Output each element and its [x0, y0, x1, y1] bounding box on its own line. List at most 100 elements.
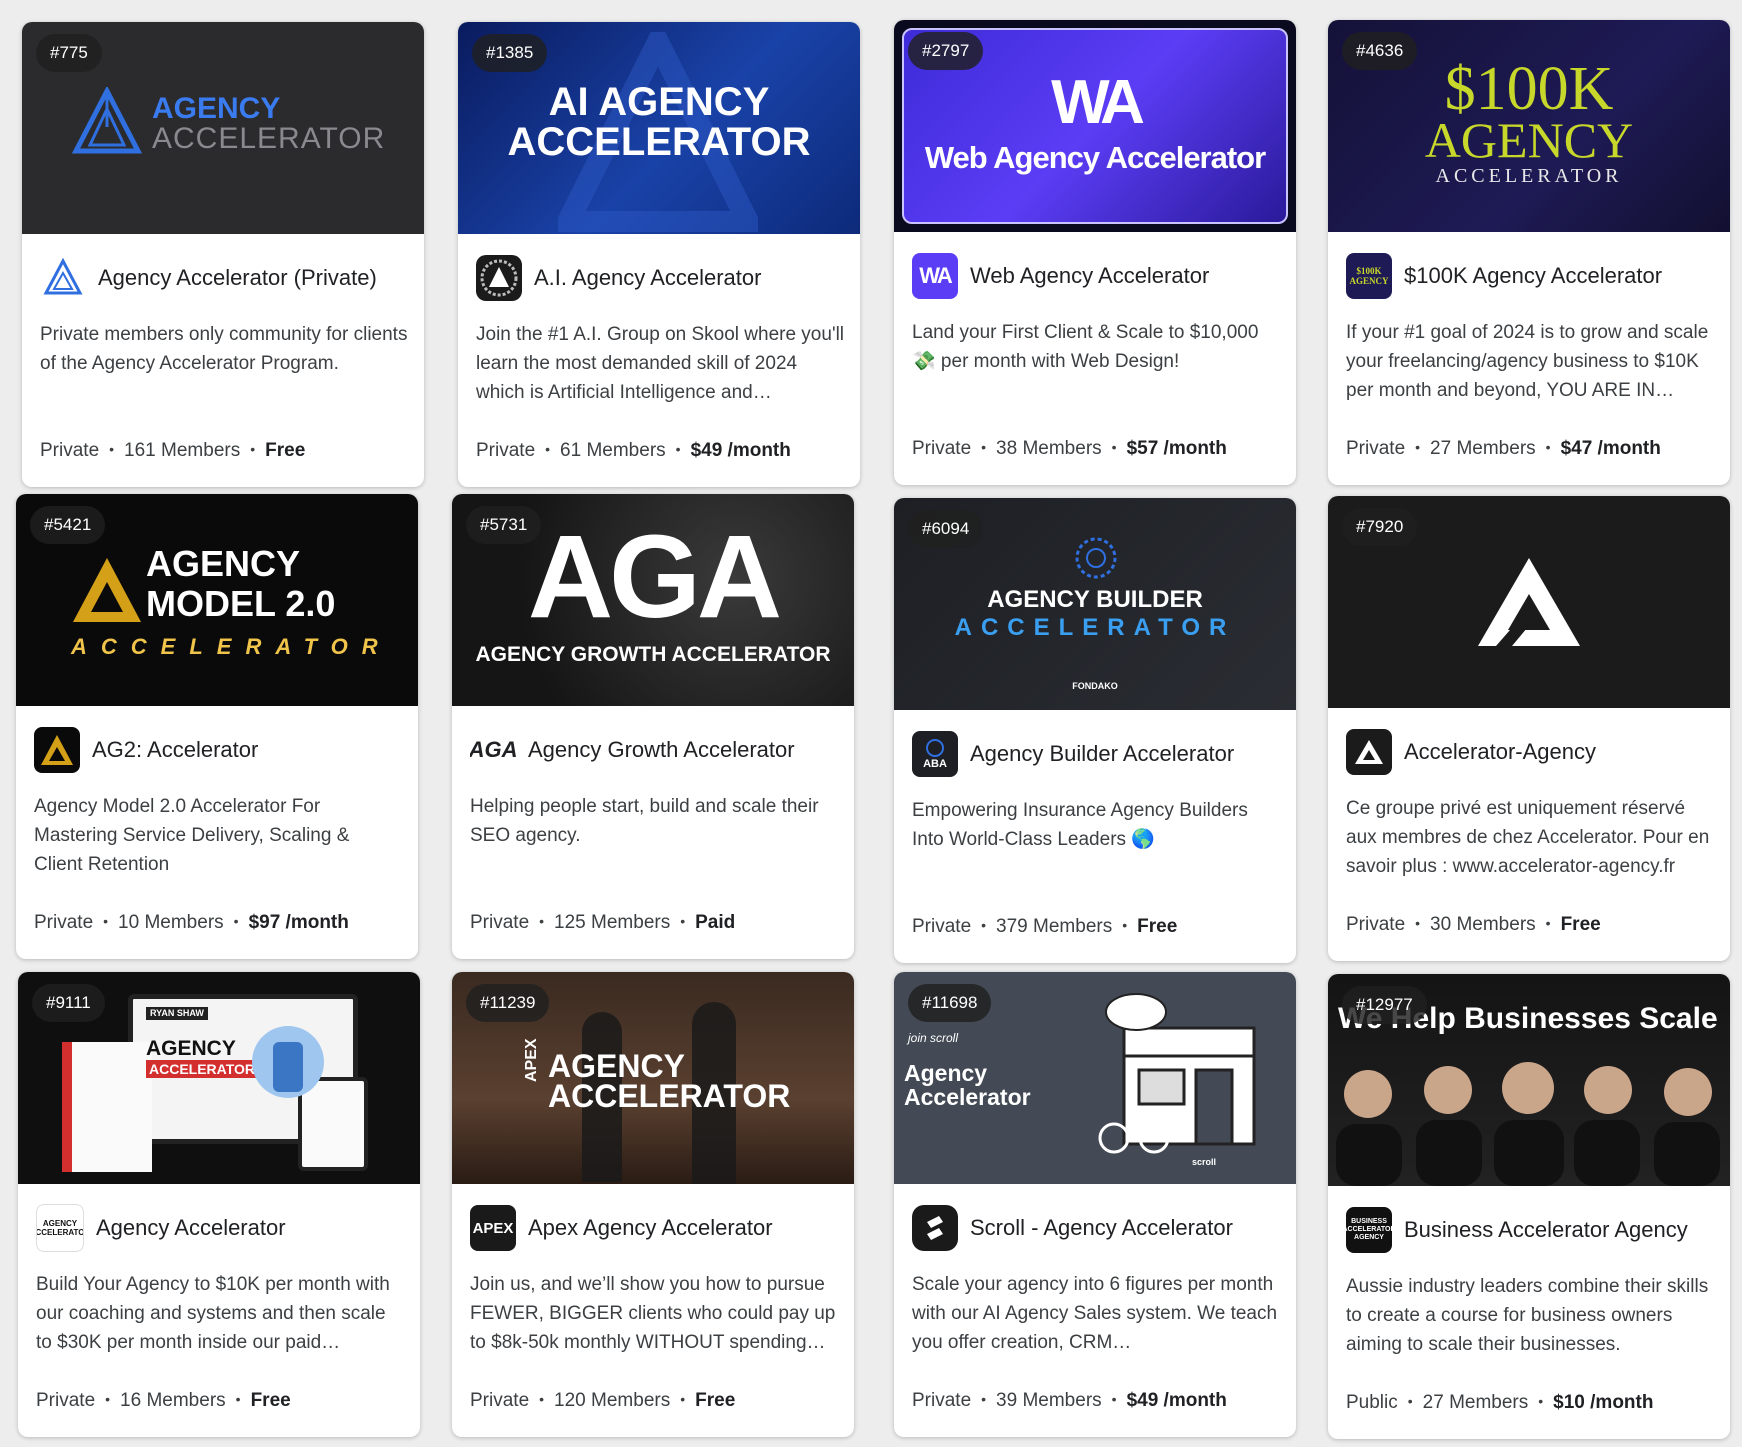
card-banner: #1385 AI AGENCY ACCELERATOR [458, 22, 860, 234]
community-meta: Public • 27 Members • $10 /month [1346, 1392, 1654, 1413]
community-logo-icon: ABA [912, 731, 958, 777]
community-name[interactable]: Agency Accelerator (Private) [98, 265, 377, 291]
community-logo-icon: WA [912, 253, 958, 299]
privacy-label: Private [34, 912, 94, 933]
price-label: Free [1137, 916, 1178, 937]
community-description: Join the #1 A.I. Group on Skool where yo… [476, 324, 844, 403]
banner-brand: RYAN SHAW [146, 1007, 208, 1020]
community-description: Private members only community for clien… [40, 324, 408, 374]
banner-title: AGENCY BUILDER [987, 586, 1203, 613]
banner-subtitle: AGENCY GROWTH ACCELERATOR [475, 643, 831, 666]
community-name[interactable]: Business Accelerator Agency [1404, 1217, 1688, 1243]
card-banner: #12977 We Help Businesses Scale [1328, 974, 1730, 1186]
community-name[interactable]: Web Agency Accelerator [970, 263, 1209, 289]
community-logo-icon: AGA [470, 727, 516, 773]
price-label: $57 /month [1126, 438, 1227, 459]
community-name[interactable]: Agency Accelerator [96, 1215, 286, 1241]
member-count: 61 Members [560, 440, 666, 461]
community-description: Aussie industry leaders combine their sk… [1346, 1276, 1709, 1355]
community-meta: Private • 16 Members • Free [36, 1390, 291, 1411]
price-label: Free [1560, 914, 1601, 935]
community-name[interactable]: $100K Agency Accelerator [1404, 263, 1662, 289]
community-card[interactable]: #4636 $100K AGENCY ACCELERATOR $100K AGE… [1328, 20, 1730, 485]
card-banner: #9111 RYAN SHAW AGENCY ACCELERATOR [18, 972, 420, 1184]
community-name[interactable]: A.I. Agency Accelerator [534, 265, 761, 291]
community-card[interactable]: #5731 AGA AGENCY GROWTH ACCELERATOR AGA … [452, 494, 854, 959]
community-logo-icon: AGENCY ACCELERATOR [36, 1204, 84, 1252]
banner-tag: join scroll [908, 1031, 959, 1045]
team-photo-icon [1336, 1062, 1720, 1186]
member-count: 120 Members [554, 1390, 671, 1411]
member-count: 39 Members [996, 1390, 1102, 1411]
community-card[interactable]: #5421 AGENCY MODEL 2.0 ACCELERATOR AG2: … [16, 494, 418, 959]
community-meta: Private • 30 Members • Free [1346, 914, 1601, 935]
community-card[interactable]: #2797 WA Web Agency Accelerator WA Web A… [894, 20, 1296, 485]
card-banner: #11698 join scroll Agency Accelerator sc… [894, 972, 1296, 1184]
community-card[interactable]: #1385 AI AGENCY ACCELERATOR A.I. Agency … [458, 22, 860, 487]
card-banner: #11239 APEX AGENCY ACCELERATOR [452, 972, 854, 1184]
illustration-icon [252, 1026, 324, 1098]
price-label: $49 /month [1126, 1390, 1227, 1411]
community-description: Agency Model 2.0 Accelerator For Masteri… [34, 796, 350, 875]
community-description: Land your First Client & Scale to $10,00… [912, 322, 1259, 372]
community-name[interactable]: Scroll - Agency Accelerator [970, 1215, 1233, 1241]
community-logo-icon [34, 727, 80, 773]
community-meta: Private • 38 Members • $57 /month [912, 438, 1227, 459]
price-label: $10 /month [1553, 1392, 1654, 1413]
community-meta: Private • 27 Members • $47 /month [1346, 438, 1661, 459]
community-name[interactable]: Agency Builder Accelerator [970, 741, 1234, 767]
privacy-label: Private [912, 916, 972, 937]
price-label: Free [250, 1390, 291, 1411]
community-card[interactable]: #11698 join scroll Agency Accelerator sc… [894, 972, 1296, 1437]
member-count: 30 Members [1430, 914, 1536, 935]
banner-subtitle: AGENCY [1424, 112, 1634, 168]
banner-title: AGENCY [146, 1037, 236, 1060]
member-count: 16 Members [120, 1390, 226, 1411]
banner-title: AI AGENCY [548, 80, 770, 124]
privacy-label: Private [470, 912, 530, 933]
community-logo-icon [912, 1205, 958, 1251]
community-card[interactable]: #6094 AGENCY BUILDER ACCELERATOR FONDAKO… [894, 498, 1296, 963]
community-name[interactable]: Apex Agency Accelerator [528, 1215, 773, 1241]
member-count: 10 Members [118, 912, 224, 933]
member-count: 125 Members [554, 912, 671, 933]
member-count: 27 Members [1430, 438, 1536, 459]
rank-badge: #775 [36, 34, 102, 72]
community-description: If your #1 goal of 2024 is to grow and s… [1346, 322, 1709, 401]
community-card[interactable]: #7920 Accelerator-Agency Ce groupe privé… [1328, 496, 1730, 961]
privacy-label: Private [476, 440, 536, 461]
banner-subtitle: ACCELERATOR [548, 1078, 791, 1114]
price-label: Paid [695, 912, 736, 933]
banner-subtitle: Accelerator [904, 1084, 1031, 1110]
community-logo-icon: BUSINESS ACCELERATOR AGENCY [1346, 1207, 1392, 1253]
community-meta: Private • 39 Members • $49 /month [912, 1390, 1227, 1411]
community-card[interactable]: #11239 APEX AGENCY ACCELERATOR APEX Apex… [452, 972, 854, 1437]
rank-badge: #11698 [908, 984, 992, 1022]
banner-title: Agency [904, 1060, 988, 1086]
community-card[interactable]: #9111 RYAN SHAW AGENCY ACCELERATOR AGENC… [18, 972, 420, 1437]
community-description: Helping people start, build and scale th… [470, 796, 819, 846]
banner-subtitle: ACCELERATOR [152, 122, 386, 155]
community-card[interactable]: #775 AGENCY ACCELERATOR Agency Accelerat… [22, 22, 424, 487]
community-logo-icon [476, 255, 522, 301]
banner-brand: scroll [1192, 1157, 1217, 1167]
community-card[interactable]: #12977 We Help Businesses Scale BUSINESS… [1328, 974, 1730, 1439]
community-name[interactable]: AG2: Accelerator [92, 737, 258, 763]
rank-badge: #2797 [908, 32, 984, 70]
card-banner: #5731 AGA AGENCY GROWTH ACCELERATOR [452, 494, 854, 706]
privacy-label: Private [36, 1390, 96, 1411]
triangle-logo-icon [1478, 558, 1580, 646]
member-count: 38 Members [996, 438, 1102, 459]
privacy-label: Public [1346, 1392, 1398, 1413]
rank-badge: #12977 [1342, 986, 1427, 1024]
community-description: Scale your agency into 6 figures per mon… [912, 1274, 1278, 1353]
price-label: Free [265, 440, 306, 461]
community-name[interactable]: Agency Growth Accelerator [528, 737, 795, 763]
banner-subtitle: ACCELERATOR [507, 120, 811, 164]
community-meta: Private • 125 Members • Paid [470, 912, 736, 933]
community-description: Join us, and we’ll show you how to pursu… [470, 1274, 836, 1353]
community-grid: #775 AGENCY ACCELERATOR Agency Accelerat… [0, 0, 1742, 1447]
community-name[interactable]: Accelerator-Agency [1404, 739, 1596, 765]
price-label: $97 /month [248, 912, 349, 933]
privacy-label: Private [1346, 438, 1406, 459]
